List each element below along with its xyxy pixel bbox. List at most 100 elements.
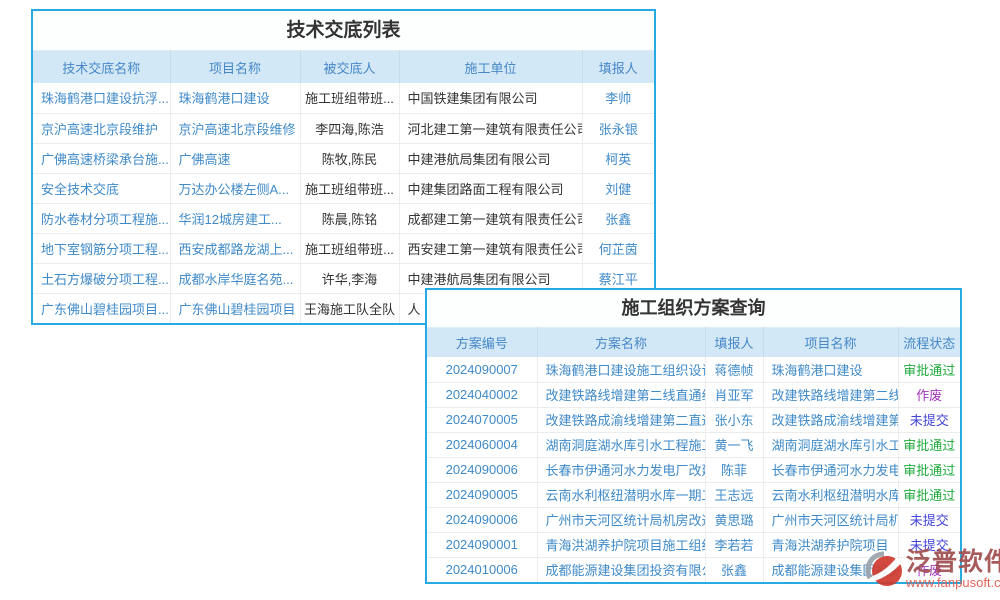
column-header: 填报人 [705,328,763,358]
table-cell[interactable]: 2024010006 [427,557,537,582]
disclosure-table: 技术交底名称项目名称被交底人施工单位填报人 珠海鹤港口建设抗浮...珠海鹤港口建… [33,50,654,323]
table-cell[interactable]: 李帅 [582,83,654,113]
table-cell[interactable]: 云南水利枢纽潜明水库一期工程 [537,482,705,507]
column-header: 技术交底名称 [33,51,170,84]
window-title: 施工组织方案查询 [427,290,960,327]
table-cell[interactable]: 成都能源建设集团投资有限公司 [537,557,705,582]
table-cell[interactable]: 成都水岸华庭名苑... [170,263,300,293]
table-cell[interactable]: 广东佛山碧桂园项目 [170,293,300,323]
table-cell[interactable]: 2024090007 [427,357,537,382]
table-header-row: 技术交底名称项目名称被交底人施工单位填报人 [33,51,654,84]
table-cell[interactable]: 长春市伊通河水力发电厂改建工 [537,457,705,482]
table-cell[interactable]: 改建铁路成渝线增建第二直通线 [537,407,705,432]
table-cell[interactable]: 防水卷材分项工程施... [33,203,170,233]
status-badge: 审批通过 [898,457,960,482]
table-row[interactable]: 安全技术交底万达办公楼左侧A...施工班组带班...中建集团路面工程有限公司刘健 [33,173,654,203]
table-cell[interactable]: 广东佛山碧桂园项目... [33,293,170,323]
table-cell[interactable]: 改建铁路成渝线增建第二直通 [763,407,898,432]
table-cell[interactable]: 柯英 [582,143,654,173]
table-cell[interactable]: 黄思璐 [705,507,763,532]
table-cell[interactable]: 云南水利枢纽潜明水库一期工 [763,482,898,507]
table-row[interactable]: 2024090006广州市天河区统计局机房改造项黄思璐广州市天河区统计局机房改造… [427,507,960,532]
table-cell: 许华,李海 [300,263,399,293]
table-row[interactable]: 2024090006长春市伊通河水力发电厂改建工陈菲长春市伊通河水力发电厂改建审… [427,457,960,482]
table-cell[interactable]: 广佛高速桥梁承台施... [33,143,170,173]
table-cell: 中国铁建集团有限公司 [399,83,582,113]
table-cell[interactable]: 蒋德帧 [705,357,763,382]
technical-disclosure-list-window: 技术交底列表 技术交底名称项目名称被交底人施工单位填报人 珠海鹤港口建设抗浮..… [31,9,656,325]
table-cell: 陈晨,陈铭 [300,203,399,233]
column-header: 被交底人 [300,51,399,84]
table-cell[interactable]: 湖南洞庭湖水库引水工程施工标 [537,432,705,457]
status-badge: 审批通过 [898,432,960,457]
table-cell[interactable]: 湖南洞庭湖水库引水工程施工 [763,432,898,457]
table-cell[interactable]: 珠海鹤港口建设 [170,83,300,113]
table-row[interactable]: 防水卷材分项工程施...华润12城房建工...陈晨,陈铭成都建工第一建筑有限责任… [33,203,654,233]
table-cell: 施工班组带班... [300,173,399,203]
plan-query-table: 方案编号方案名称填报人项目名称流程状态 2024090007珠海鹤港口建设施工组… [427,327,960,582]
table-cell[interactable]: 肖亚军 [705,382,763,407]
table-cell[interactable]: 张永银 [582,113,654,143]
table-cell[interactable]: 京沪高速北京段维护 [33,113,170,143]
table-cell[interactable]: 2024090005 [427,482,537,507]
table-cell[interactable]: 2024040002 [427,382,537,407]
table-row[interactable]: 京沪高速北京段维护京沪高速北京段维修李四海,陈浩河北建工第一建筑有限责任公司张永… [33,113,654,143]
table-cell[interactable]: 广州市天河区统计局机房改造项 [537,507,705,532]
table-cell[interactable]: 黄一飞 [705,432,763,457]
column-header: 流程状态 [898,328,960,358]
table-row[interactable]: 广佛高速桥梁承台施...广佛高速陈牧,陈民中建港航局集团有限公司柯英 [33,143,654,173]
table-cell[interactable]: 王志远 [705,482,763,507]
watermark-url-text: www.fanpusoft.com [906,576,1000,590]
table-cell[interactable]: 刘健 [582,173,654,203]
table-row[interactable]: 地下室钢筋分项工程...西安成都路龙湖上...施工班组带班...西安建工第一建筑… [33,233,654,263]
column-header: 方案名称 [537,328,705,358]
column-header: 填报人 [582,51,654,84]
table-cell[interactable]: 京沪高速北京段维修 [170,113,300,143]
table-cell[interactable]: 青海洪湖养护院项目施工组织设 [537,532,705,557]
table-cell[interactable]: 珠海鹤港口建设抗浮... [33,83,170,113]
table-cell[interactable]: 2024090001 [427,532,537,557]
table-cell[interactable]: 安全技术交底 [33,173,170,203]
table-cell[interactable]: 珠海鹤港口建设施工组织设计 [537,357,705,382]
table-cell: 施工班组带班... [300,233,399,263]
table-cell[interactable]: 张鑫 [582,203,654,233]
table-row[interactable]: 2024040002改建铁路线增建第二线直通线（肖亚军改建铁路线增建第二线直通线… [427,382,960,407]
table-cell[interactable]: 2024070005 [427,407,537,432]
table-cell[interactable]: 长春市伊通河水力发电厂改建 [763,457,898,482]
table-header-row: 方案编号方案名称填报人项目名称流程状态 [427,328,960,358]
table-cell[interactable]: 李若若 [705,532,763,557]
table-cell[interactable]: 珠海鹤港口建设 [763,357,898,382]
table-cell[interactable]: 改建铁路线增建第二线直通线 [763,382,898,407]
table-cell[interactable]: 土石方爆破分项工程... [33,263,170,293]
table-cell[interactable]: 2024090006 [427,507,537,532]
table-cell: 成都建工第一建筑有限责任公司 [399,203,582,233]
status-badge: 审批通过 [898,482,960,507]
table-cell: 施工班组带班... [300,83,399,113]
table-cell[interactable]: 陈菲 [705,457,763,482]
table-row[interactable]: 2024070005改建铁路成渝线增建第二直通线张小东改建铁路成渝线增建第二直通… [427,407,960,432]
table-cell: 中建集团路面工程有限公司 [399,173,582,203]
status-badge: 审批通过 [898,357,960,382]
table-row[interactable]: 2024060004湖南洞庭湖水库引水工程施工标黄一飞湖南洞庭湖水库引水工程施工… [427,432,960,457]
table-cell: 陈牧,陈民 [300,143,399,173]
table-cell[interactable]: 广州市天河区统计局机房改造 [763,507,898,532]
table-row[interactable]: 2024090005云南水利枢纽潜明水库一期工程王志远云南水利枢纽潜明水库一期工… [427,482,960,507]
window-title: 技术交底列表 [33,11,654,50]
column-header: 方案编号 [427,328,537,358]
table-cell[interactable]: 2024060004 [427,432,537,457]
table-cell[interactable]: 广佛高速 [170,143,300,173]
table-cell[interactable]: 何芷茵 [582,233,654,263]
table-row[interactable]: 2024090007珠海鹤港口建设施工组织设计蒋德帧珠海鹤港口建设审批通过 [427,357,960,382]
table-cell[interactable]: 地下室钢筋分项工程... [33,233,170,263]
table-cell[interactable]: 张小东 [705,407,763,432]
table-row[interactable]: 珠海鹤港口建设抗浮...珠海鹤港口建设施工班组带班...中国铁建集团有限公司李帅 [33,83,654,113]
status-badge: 未提交 [898,407,960,432]
table-cell[interactable]: 张鑫 [705,557,763,582]
table-cell[interactable]: 万达办公楼左侧A... [170,173,300,203]
table-cell: 西安建工第一建筑有限责任公司 [399,233,582,263]
table-cell[interactable]: 西安成都路龙湖上... [170,233,300,263]
table-cell[interactable]: 2024090006 [427,457,537,482]
table-cell[interactable]: 改建铁路线增建第二线直通线（ [537,382,705,407]
table-cell[interactable]: 华润12城房建工... [170,203,300,233]
table-cell: 李四海,陈浩 [300,113,399,143]
